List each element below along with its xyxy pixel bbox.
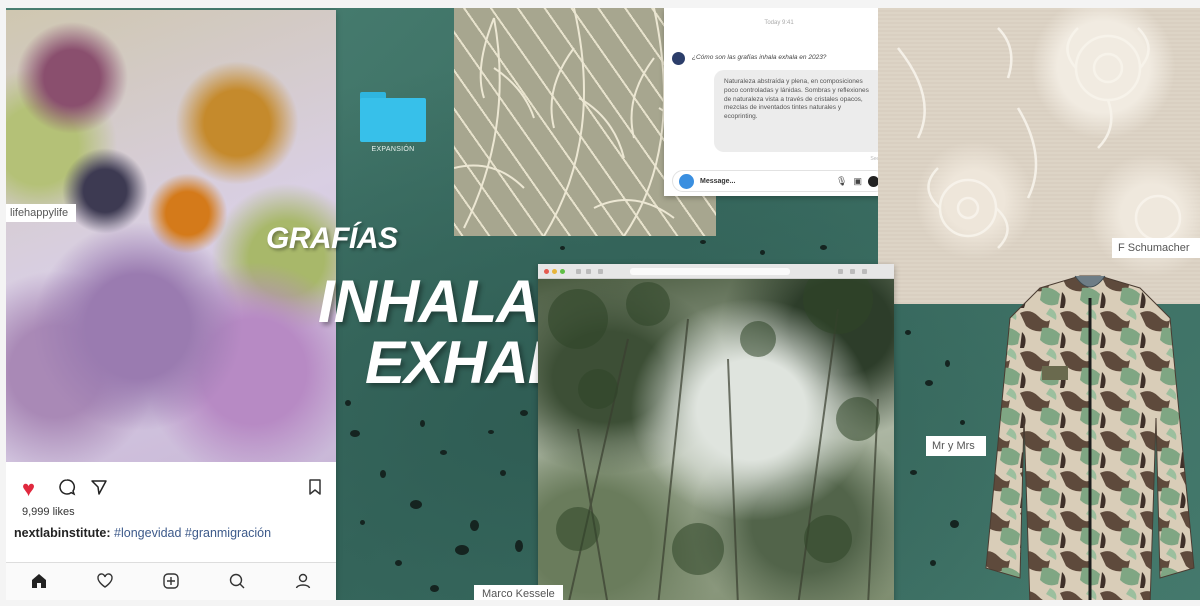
bottom-border	[0, 600, 1200, 606]
chat-answer-bubble: Naturaleza abstraída y plena, en composi…	[714, 70, 886, 152]
floral-credit-tag: F Schumacher	[1112, 238, 1200, 258]
camera-icon[interactable]	[679, 173, 694, 189]
back-icon[interactable]	[576, 269, 581, 274]
share-icon[interactable]	[838, 269, 843, 274]
share-icon[interactable]	[90, 478, 108, 500]
chat-timestamp: Today 9:41	[764, 20, 794, 26]
message-placeholder: Message...	[700, 177, 736, 185]
instagram-post-card: lifehappylife ♥ 9,999 likes nextlabinsti…	[6, 10, 336, 604]
minimize-window-icon[interactable]	[552, 269, 557, 274]
caption-user[interactable]: nextlabinstitute:	[14, 526, 111, 540]
microphone-icon[interactable]: 🎙	[836, 176, 847, 187]
photo-credit-tag: lifehappylife	[6, 204, 77, 222]
jacket-credit-tag: Mr y Mrs	[926, 436, 986, 456]
forward-icon[interactable]	[586, 269, 591, 274]
camouflage-jacket-image	[980, 268, 1200, 606]
maximize-window-icon[interactable]	[560, 269, 565, 274]
bookmark-icon[interactable]	[308, 478, 322, 501]
headline-inhala: INHALA	[318, 268, 540, 335]
post-caption: nextlabinstitute: #longevidad #granmigra…	[14, 526, 271, 540]
sidebar-icon[interactable]	[598, 269, 603, 274]
address-bar[interactable]	[630, 268, 790, 275]
floral-fabric-swatch	[878, 8, 1200, 304]
search-icon[interactable]	[228, 572, 246, 595]
tabs-icon[interactable]	[850, 269, 855, 274]
likes-count: 9,999 likes	[22, 506, 75, 518]
image-icon[interactable]: ▣	[853, 176, 862, 187]
post-actions: ♥	[22, 478, 108, 500]
folder-icon[interactable]	[360, 92, 426, 142]
heart-icon[interactable]: ♥	[22, 478, 44, 500]
new-tab-icon[interactable]	[862, 269, 867, 274]
browser-toolbar	[538, 264, 894, 279]
caption-hashtags[interactable]: #longevidad #granmigración	[114, 526, 271, 540]
profile-icon[interactable]	[294, 572, 312, 595]
top-border	[0, 0, 1200, 8]
heart-icon[interactable]	[96, 572, 114, 595]
trees-photo	[538, 279, 894, 606]
message-input[interactable]: Message... 🎙 ▣	[672, 170, 886, 192]
add-icon[interactable]	[162, 572, 180, 595]
headline-grafias: GRAFÍAS	[266, 222, 398, 255]
chat-question: ¿Cómo son las grafías inhala exhala en 2…	[692, 54, 827, 61]
avatar	[672, 52, 685, 65]
chat-window: Today 9:41 ¿Cómo son las grafías inhala …	[664, 8, 894, 196]
home-icon[interactable]	[30, 572, 48, 595]
close-window-icon[interactable]	[544, 269, 549, 274]
left-border	[0, 0, 6, 606]
instagram-bottom-nav	[6, 562, 336, 604]
folder-label: EXPANSIÓN	[371, 146, 415, 153]
browser-window	[538, 264, 894, 606]
comment-icon[interactable]	[58, 478, 76, 500]
